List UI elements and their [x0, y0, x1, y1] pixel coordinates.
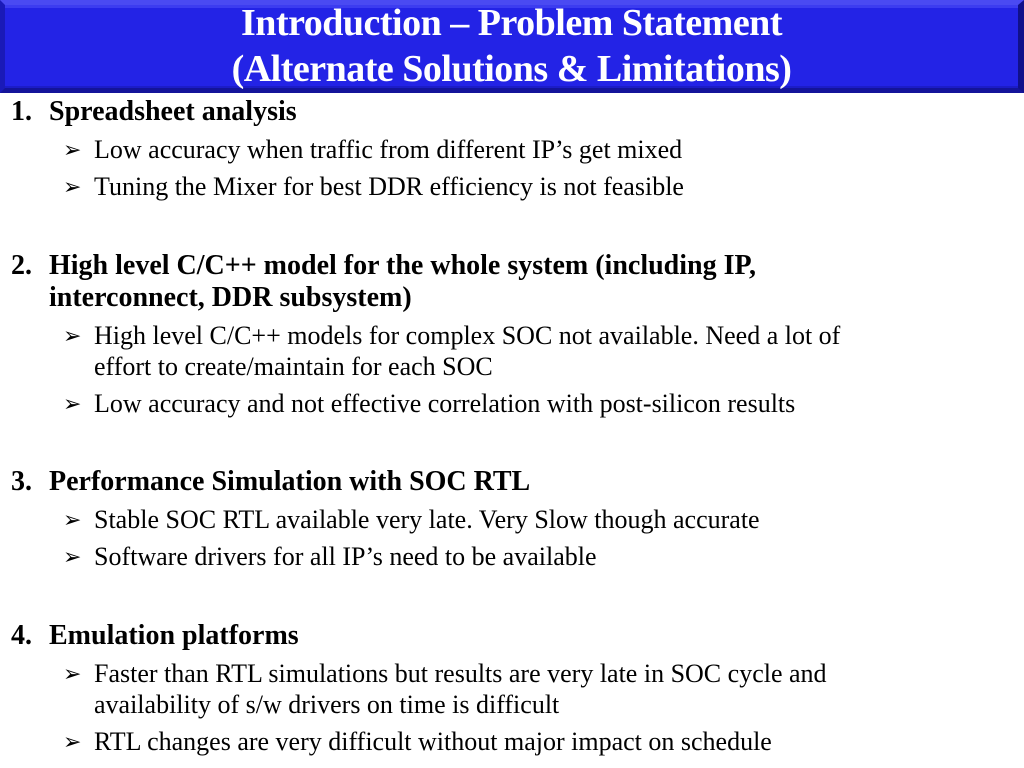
slide-title-line-2: (Alternate Solutions & Limitations): [231, 48, 792, 90]
item-heading-line: interconnect, DDR subsystem): [49, 282, 412, 313]
sub-bullet-text: effort to create/maintain for each SOC: [94, 352, 493, 381]
list-item-emulation-platforms: 4. Emulation platforms ➢ Faster than RTL…: [0, 620, 1024, 757]
item-heading: 1. Spreadsheet analysis: [0, 96, 1024, 128]
sub-bullet: ➢ Low accuracy when traffic from differe…: [0, 134, 1024, 165]
sub-bullet-text: RTL changes are very difficult without m…: [94, 727, 772, 756]
item-heading-line: Spreadsheet analysis: [49, 96, 297, 127]
sub-bullet: ➢ Faster than RTL simulations but result…: [0, 658, 1024, 720]
arrowhead-bullet-icon: ➢: [63, 661, 82, 686]
list-item-high-level-model: 2. High level C/C++ model for the whole …: [0, 250, 1024, 419]
sub-bullet: ➢ RTL changes are very difficult without…: [0, 726, 1024, 757]
arrowhead-bullet-icon: ➢: [63, 729, 82, 754]
arrowhead-bullet-icon: ➢: [63, 507, 82, 532]
arrowhead-bullet-icon: ➢: [63, 544, 82, 569]
sub-bullet: ➢ Tuning the Mixer for best DDR efficien…: [0, 171, 1024, 202]
list-item-spreadsheet-analysis: 1. Spreadsheet analysis ➢ Low accuracy w…: [0, 96, 1024, 202]
item-heading-line: Emulation platforms: [49, 620, 299, 651]
item-heading-line: Performance Simulation with SOC RTL: [49, 466, 531, 497]
list-item-performance-simulation: 3. Performance Simulation with SOC RTL ➢…: [0, 466, 1024, 572]
arrowhead-bullet-icon: ➢: [63, 174, 82, 199]
sub-bullet: ➢ Low accuracy and not effective correla…: [0, 388, 1024, 419]
sub-bullet-text: Stable SOC RTL available very late. Very…: [94, 505, 760, 534]
sub-bullet-text: High level C/C++ models for complex SOC …: [94, 321, 841, 350]
sub-bullet: ➢ High level C/C++ models for complex SO…: [0, 320, 1024, 382]
item-heading: 4. Emulation platforms: [0, 620, 1024, 652]
sub-bullet-text: Low accuracy and not effective correlati…: [94, 389, 796, 418]
item-number: 1.: [11, 96, 32, 127]
sub-bullet-text: Tuning the Mixer for best DDR efficiency…: [94, 172, 684, 201]
sub-bullet-text: Faster than RTL simulations but results …: [94, 659, 827, 688]
title-banner: Introduction – Problem Statement (Altern…: [0, 0, 1024, 93]
sub-bullet-text: Low accuracy when traffic from different…: [94, 135, 683, 164]
item-heading-line: High level C/C++ model for the whole sys…: [49, 250, 757, 281]
sub-bullet-text: availability of s/w drivers on time is d…: [94, 690, 560, 719]
sub-bullet: ➢ Software drivers for all IP’s need to …: [0, 541, 1024, 572]
item-number: 2.: [11, 250, 32, 281]
item-number: 4.: [11, 620, 32, 651]
sub-bullet: ➢ Stable SOC RTL available very late. Ve…: [0, 504, 1024, 535]
arrowhead-bullet-icon: ➢: [63, 137, 82, 162]
item-heading: 3. Performance Simulation with SOC RTL: [0, 466, 1024, 498]
item-number: 3.: [11, 466, 32, 497]
arrowhead-bullet-icon: ➢: [63, 391, 82, 416]
slide-title-line-1: Introduction – Problem Statement: [241, 2, 782, 44]
item-heading: 2. High level C/C++ model for the whole …: [0, 250, 1024, 314]
arrowhead-bullet-icon: ➢: [63, 323, 82, 348]
sub-bullet-text: Software drivers for all IP’s need to be…: [94, 542, 597, 571]
